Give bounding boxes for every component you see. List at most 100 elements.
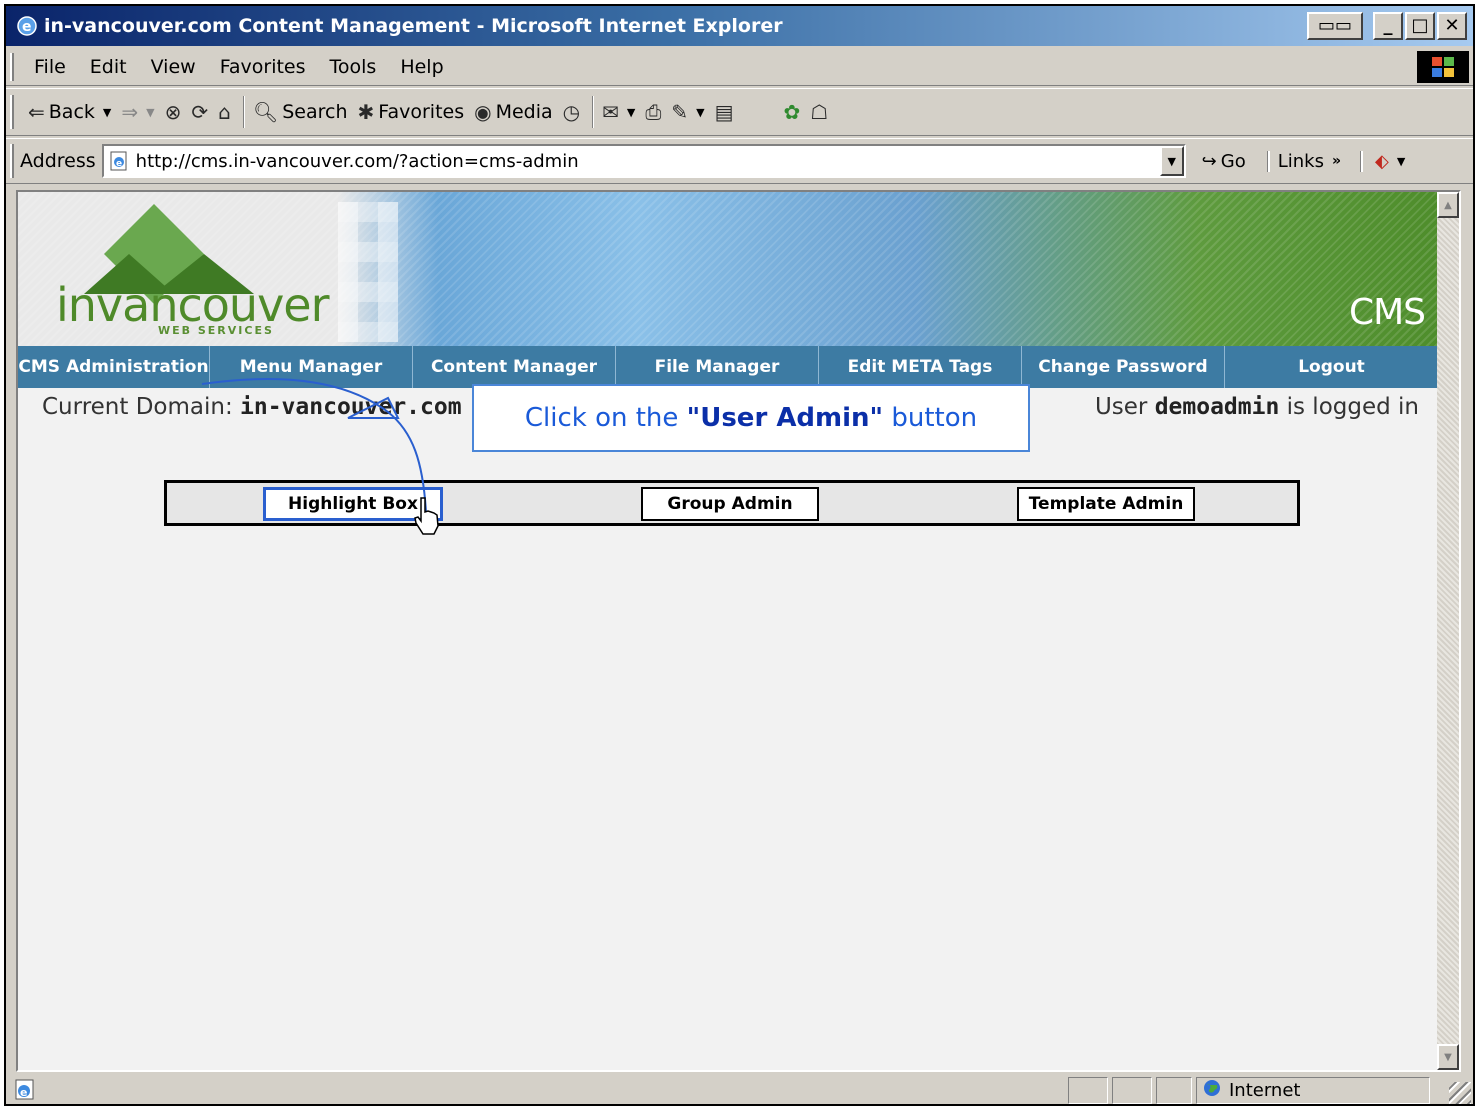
media-button[interactable]: ◉ Media [474, 100, 553, 124]
page-status-icon: e [12, 1077, 38, 1103]
page-viewport: invancouver WEB SERVICES CMS CMS Adminis… [16, 190, 1461, 1072]
links-button[interactable]: Links » [1267, 150, 1342, 172]
maximize-button[interactable]: □ [1405, 12, 1435, 40]
favorites-icon: ✱ [357, 100, 375, 124]
history-button[interactable]: ◷ [563, 100, 580, 124]
ie-icon: e [14, 13, 40, 39]
login-prefix: User [1094, 394, 1148, 420]
messenger-button[interactable]: ☖ [810, 100, 828, 124]
edit-icon: ✎ [671, 100, 689, 124]
nav-change-password[interactable]: Change Password [1022, 346, 1225, 388]
menu-view[interactable]: View [139, 56, 208, 78]
vertical-scrollbar[interactable]: ▲ ▼ [1437, 192, 1459, 1070]
toolbar-grip [10, 95, 14, 129]
security-zone: Internet [1196, 1077, 1430, 1104]
back-button[interactable]: ⇐ Back ▼ [28, 100, 111, 124]
scroll-up-icon[interactable]: ▲ [1437, 192, 1459, 218]
stop-button[interactable]: ⊗ [165, 100, 182, 124]
menu-edit[interactable]: Edit [78, 56, 139, 78]
windows-logo-icon [1417, 51, 1469, 83]
address-grip [10, 144, 14, 178]
window-title: in-vancouver.com Content Management - Mi… [44, 15, 783, 37]
edit-dropdown-icon[interactable]: ▼ [696, 106, 704, 119]
favorites-button[interactable]: ✱ Favorites [358, 100, 465, 124]
group-admin-button[interactable]: Group Admin [641, 487, 819, 521]
address-bar: Address e http://cms.in-vancouver.com/?a… [6, 138, 1473, 184]
media-icon: ◉ [474, 100, 492, 124]
go-arrow-icon: ↪ [1201, 150, 1217, 172]
nav-cms-administration[interactable]: CMS Administration [18, 346, 210, 388]
search-button[interactable]: 🔍︎ Search [253, 100, 348, 124]
refresh-icon: ⟳ [191, 100, 209, 124]
callout-highlight: "User Admin" [686, 403, 884, 433]
links-label: Links [1277, 150, 1324, 172]
status-cell [1068, 1077, 1108, 1104]
mail-button[interactable]: ✉ ▼ [602, 100, 635, 124]
back-dropdown-icon[interactable]: ▼ [103, 106, 111, 119]
address-label: Address [20, 150, 96, 172]
address-url: http://cms.in-vancouver.com/?action=cms-… [135, 150, 579, 172]
nav-file-manager[interactable]: File Manager [616, 346, 819, 388]
svg-text:e: e [20, 1086, 27, 1099]
media-label: Media [495, 101, 553, 123]
forward-arrow-icon: ⇒ [121, 100, 139, 124]
menu-bar: File Edit View Favorites Tools Help [6, 48, 1473, 86]
menu-help[interactable]: Help [388, 56, 455, 78]
forward-button[interactable]: ⇒ ▼ [121, 100, 154, 124]
pro-addon-icon: ✿ [783, 100, 801, 124]
stop-icon: ⊗ [164, 100, 182, 124]
favorites-label: Favorites [378, 101, 465, 123]
status-cell [1112, 1077, 1152, 1104]
status-bar: e Internet [6, 1074, 1473, 1106]
search-label: Search [282, 101, 348, 123]
address-input[interactable]: e http://cms.in-vancouver.com/?action=cm… [101, 144, 1186, 178]
globe-icon [1203, 1079, 1221, 1102]
scroll-down-icon[interactable]: ▼ [1437, 1044, 1459, 1070]
zone-label: Internet [1229, 1080, 1301, 1101]
login-username: demoadmin [1154, 394, 1280, 420]
chevron-right-icon: » [1331, 153, 1342, 169]
restore-layout-icon[interactable]: ▭▭ [1307, 12, 1363, 40]
search-icon: 🔍︎ [252, 100, 279, 124]
acrobat-icon: ⬖ [1375, 150, 1389, 172]
hand-cursor-icon [414, 497, 439, 535]
home-button[interactable]: ⌂ [218, 100, 231, 124]
template-admin-button[interactable]: Template Admin [1017, 487, 1195, 521]
resize-grip-icon[interactable] [1449, 1082, 1471, 1104]
pro-addon-button[interactable]: ✿ [783, 100, 800, 124]
go-button[interactable]: ↪ Go [1202, 151, 1246, 172]
edit-button[interactable]: ✎ ▼ [671, 100, 704, 124]
acrobat-button[interactable]: ⬖ ▼ [1361, 150, 1405, 172]
forward-dropdown-icon[interactable]: ▼ [146, 106, 154, 119]
print-icon: ⎙ [645, 100, 662, 124]
back-label: Back [48, 101, 95, 123]
nav-logout[interactable]: Logout [1225, 346, 1439, 388]
svg-text:e: e [22, 19, 32, 35]
minimize-button[interactable]: _ [1373, 12, 1403, 40]
banner-checker-pattern [338, 202, 398, 342]
toolbar-separator [242, 96, 245, 128]
nav-edit-meta-tags[interactable]: Edit META Tags [819, 346, 1022, 388]
close-button[interactable]: ✕ [1437, 12, 1467, 40]
cms-label: CMS [1348, 292, 1426, 333]
menu-grip [10, 52, 14, 81]
mail-dropdown-icon[interactable]: ▼ [627, 106, 635, 119]
menu-favorites[interactable]: Favorites [208, 56, 318, 78]
address-dropdown-icon[interactable]: ▼ [1159, 146, 1184, 176]
svg-text:e: e [116, 159, 122, 169]
menu-file[interactable]: File [22, 56, 78, 78]
refresh-button[interactable]: ⟳ [191, 100, 208, 124]
site-banner: invancouver WEB SERVICES CMS [18, 192, 1439, 346]
discuss-button[interactable]: ▤ [715, 100, 734, 124]
callout-prefix: Click on the [524, 403, 679, 433]
back-arrow-icon: ⇐ [28, 100, 45, 124]
status-cell [1156, 1077, 1192, 1104]
acrobat-dropdown-icon[interactable]: ▼ [1397, 155, 1405, 168]
page-icon: e [108, 150, 130, 172]
print-button[interactable]: ⎙ [645, 100, 661, 124]
login-suffix: is logged in [1286, 394, 1419, 420]
toolbar-separator [592, 96, 595, 128]
menu-tools[interactable]: Tools [318, 56, 389, 78]
browser-window: e in-vancouver.com Content Management - … [4, 4, 1475, 1106]
messenger-icon: ☖ [810, 100, 829, 124]
